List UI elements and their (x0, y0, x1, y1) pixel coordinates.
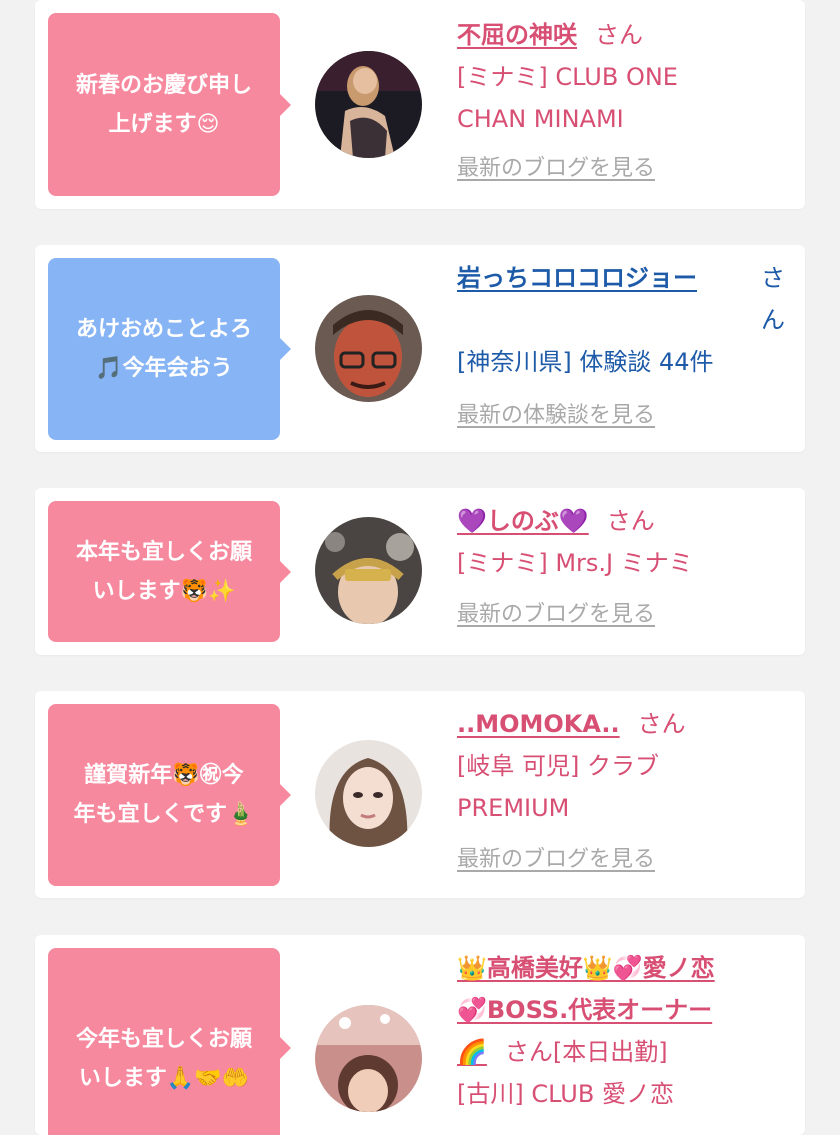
message-text: 新春のお慶び申し 上げます😌 (75, 72, 252, 137)
user-detail: [岐阜 可児] クラブ PREMIUM (457, 752, 659, 822)
user-name-link[interactable]: 岩っちコロコロジョー (457, 264, 697, 292)
user-name-link[interactable]: ..MOMOKA.. (457, 710, 620, 738)
honorific: さ ん (761, 264, 785, 334)
avatar[interactable] (315, 740, 422, 847)
user-card: あけおめことよろ 🎵今年会おう 岩っちコロコロジョー さ ん [神奈川県] 体験… (35, 245, 805, 452)
user-info: 💜しのぶ💜 さん [ミナミ] Mrs.J ミナミ 最新のブログを見る (457, 500, 797, 628)
message-bubble: あけおめことよろ 🎵今年会おう (48, 258, 291, 440)
user-info: 👑高橋美好👑💞愛ノ恋 💞BOSS.代表オーナー 🌈 さん[本日出勤] [古川] C… (457, 947, 797, 1115)
message-bubble: 今年も宜しくお願 いします🙏🤝🤲 (48, 948, 291, 1135)
user-name-link[interactable]: 不屈の神咲 (457, 21, 577, 49)
honorific: さん (595, 21, 643, 49)
latest-blog-link[interactable]: 最新のブログを見る (457, 841, 655, 873)
message-bubble: 謹賀新年🐯㊗今 年も宜しくです🎍 (48, 704, 291, 886)
user-detail: [神奈川県] 体験談 44件 (457, 348, 714, 376)
message-bubble: 新春のお慶び申し 上げます😌 (48, 13, 291, 196)
user-info: ..MOMOKA.. さん [岐阜 可児] クラブ PREMIUM 最新のブログを… (457, 703, 797, 873)
user-name-link[interactable]: 💜しのぶ💜 (457, 507, 589, 535)
avatar[interactable] (315, 1005, 422, 1112)
user-info: 岩っちコロコロジョー さ ん [神奈川県] 体験談 44件 最新の体験談を見る (457, 257, 797, 429)
user-card: 今年も宜しくお願 いします🙏🤝🤲 👑高橋美好👑💞愛ノ恋 💞BOSS.代表オーナー… (35, 935, 805, 1135)
user-name-link-line2[interactable]: 💞BOSS.代表オーナー (457, 996, 712, 1024)
latest-blog-link[interactable]: 最新のブログを見る (457, 596, 655, 628)
user-detail: [古川] CLUB 愛ノ恋 (457, 1080, 674, 1108)
honorific: さん (606, 507, 655, 535)
user-card: 本年も宜しくお願 いします🐯✨ 💜しのぶ💜 さん [ミナミ] Mrs.J ミナミ … (35, 488, 805, 655)
avatar[interactable] (315, 295, 422, 402)
user-detail: [ミナミ] CLUB ONE CHAN MINAMI (457, 63, 678, 133)
message-text: 謹賀新年🐯㊗今 年も宜しくです🎍 (73, 763, 255, 827)
honorific: さん (637, 710, 686, 738)
user-name-link-line3[interactable]: 🌈 (457, 1038, 487, 1066)
message-bubble: 本年も宜しくお願 いします🐯✨ (48, 501, 291, 642)
message-text: 本年も宜しくお願 いします🐯✨ (75, 539, 252, 604)
user-card: 新春のお慶び申し 上げます😌 不屈の神咲 さん [ミナミ] CLUB ONE CH… (35, 0, 805, 209)
message-text: あけおめことよろ 🎵今年会おう (75, 317, 252, 381)
avatar[interactable] (315, 51, 422, 158)
user-info: 不屈の神咲 さん [ミナミ] CLUB ONE CHAN MINAMI 最新のブロ… (457, 14, 797, 182)
message-text: 今年も宜しくお願 いします🙏🤝🤲 (75, 1027, 252, 1091)
user-detail: [ミナミ] Mrs.J ミナミ (457, 549, 693, 577)
latest-review-link[interactable]: 最新の体験談を見る (457, 397, 655, 429)
user-name-link-line1[interactable]: 👑高橋美好👑💞愛ノ恋 (457, 954, 715, 982)
avatar[interactable] (315, 517, 422, 624)
user-card: 謹賀新年🐯㊗今 年も宜しくです🎍 ..MOMOKA.. さん [岐阜 可児] クラ… (35, 691, 805, 898)
honorific: さん[本日出勤] (504, 1038, 668, 1066)
latest-blog-link[interactable]: 最新のブログを見る (457, 150, 655, 182)
